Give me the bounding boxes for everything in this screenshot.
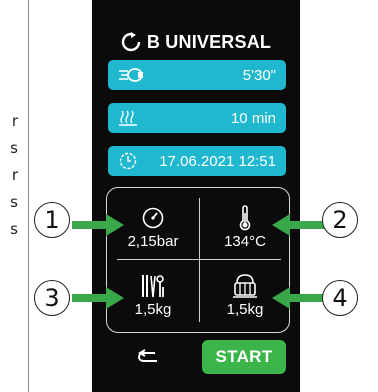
cropped-text-line: s <box>10 220 18 238</box>
arrow-to-temperature <box>272 214 324 236</box>
textile-load-value: 1,5kg <box>226 300 264 318</box>
parameters-panel: 2,15bar 134°C 1,5kg 1,5kg <box>106 187 290 333</box>
temperature-value: 134°C <box>224 232 266 250</box>
program-title: B UNIVERSAL <box>146 31 272 52</box>
pressure-gauge-icon <box>142 207 164 228</box>
callout-1: 1 <box>34 202 70 238</box>
callout-3: 3 <box>34 280 70 316</box>
cropped-text-line: r <box>11 112 18 130</box>
program-header[interactable]: B UNIVERSAL <box>92 26 300 58</box>
arrow-to-instruments <box>72 287 124 309</box>
start-button[interactable]: START <box>202 340 286 374</box>
clock-icon <box>119 152 137 170</box>
sterilization-time-value: 5'30" <box>242 66 276 84</box>
thermometer-icon <box>239 204 251 230</box>
cropped-side-text: r s r s s <box>0 108 20 243</box>
drying-time-bar[interactable]: 10 min <box>108 103 286 133</box>
back-arrow-icon <box>138 349 157 362</box>
instruments-icon <box>142 274 164 297</box>
callout-2: 2 <box>322 202 358 238</box>
heating-icon <box>119 110 137 126</box>
callout-4: 4 <box>322 280 358 316</box>
device-screen: B UNIVERSAL 5'30" 10 min 17.06.2021 12:5… <box>92 0 300 392</box>
steam-icon <box>119 68 143 82</box>
cycle-icon <box>121 32 141 52</box>
cropped-text-line: s <box>10 139 18 157</box>
arrow-to-pressure <box>72 214 124 236</box>
datetime-bar[interactable]: 17.06.2021 12:51 <box>108 146 286 176</box>
sterilization-time-bar[interactable]: 5'30" <box>108 60 286 90</box>
cropped-text-line: r <box>11 166 18 184</box>
back-button[interactable] <box>134 346 164 370</box>
pressure-value: 2,15bar <box>127 232 179 250</box>
cropped-text-line: s <box>10 193 18 211</box>
arrow-to-textile <box>272 287 324 309</box>
datetime-value: 17.06.2021 12:51 <box>159 152 276 170</box>
instrument-load-value: 1,5kg <box>134 300 172 318</box>
drying-time-value: 10 min <box>230 109 276 127</box>
textile-pack-icon <box>233 273 257 298</box>
